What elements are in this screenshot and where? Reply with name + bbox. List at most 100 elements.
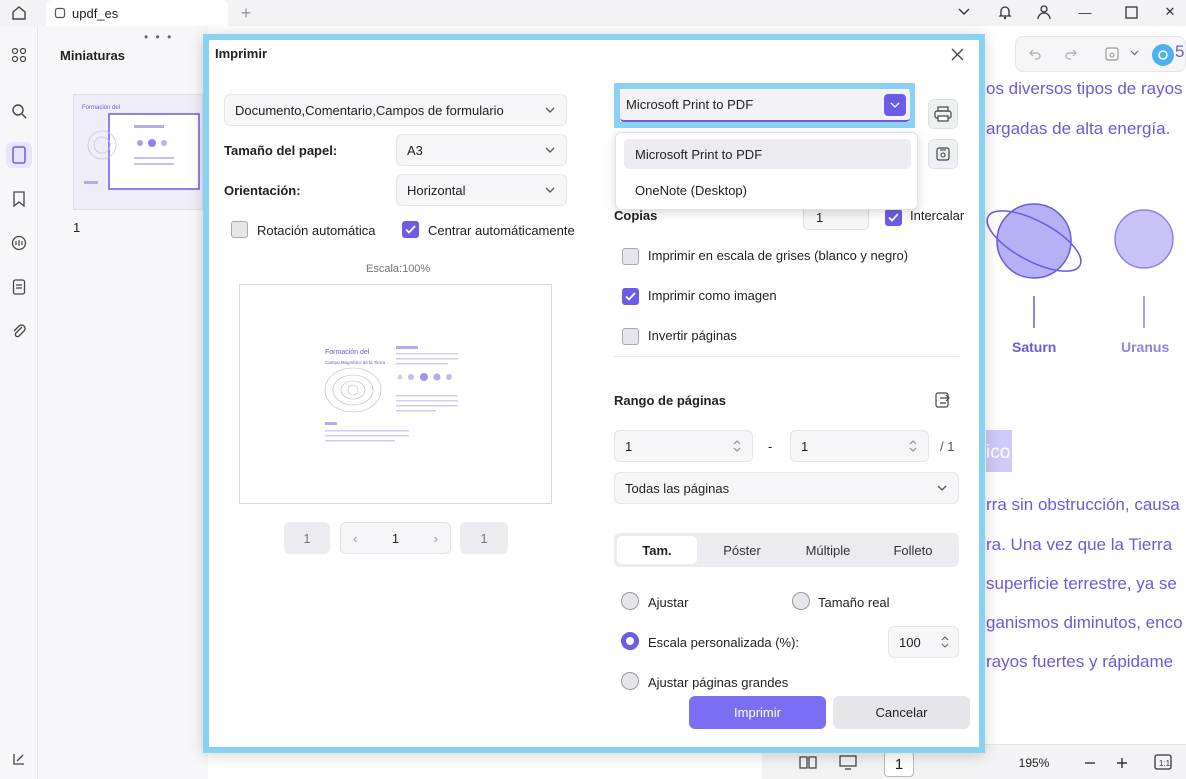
stepper-icon[interactable] <box>732 439 742 453</box>
custom-scale-radio[interactable] <box>621 632 639 650</box>
custom-scale-input[interactable]: 100 <box>888 626 959 658</box>
grayscale-label: Imprimir en escala de grises (blanco y n… <box>648 248 909 263</box>
range-from-input[interactable]: 1 <box>614 430 753 462</box>
print-dialog: Imprimir Documento,Comentario,Campos de … <box>203 34 985 753</box>
printer-dropdown: Microsoft Print to PDF OneNote (Desktop) <box>615 132 918 210</box>
range-total: / 1 <box>940 439 955 454</box>
panel-title: Miniaturas <box>60 48 126 63</box>
bookmark-icon[interactable] <box>6 186 32 212</box>
collate-checkbox[interactable] <box>885 209 902 226</box>
fit-radio[interactable] <box>621 592 639 610</box>
doc-line: rra sin obstrucción, causa <box>986 495 1180 514</box>
page-thumbnail[interactable]: Formación del <box>73 94 203 210</box>
stepper-icon[interactable] <box>908 439 918 453</box>
panel-drag-handle[interactable]: • • • <box>144 30 173 44</box>
stepper-icon[interactable] <box>940 635 950 649</box>
doc-line: 5 <box>1175 42 1185 61</box>
document-icon[interactable] <box>6 274 32 300</box>
tab-size[interactable]: Tam. <box>617 536 697 564</box>
zoom-in-icon[interactable] <box>1115 756 1129 770</box>
ai-assistant-icon[interactable] <box>1152 44 1174 66</box>
auto-rotate-label: Rotación automática <box>257 223 376 238</box>
display-mode-icon[interactable] <box>838 754 858 770</box>
thumbnails-icon[interactable] <box>6 142 32 168</box>
tab-poster[interactable]: Póster <box>702 536 782 564</box>
svg-text:1:1: 1:1 <box>1159 759 1171 768</box>
svg-text:Formación del: Formación del <box>82 105 120 111</box>
chevron-down-icon <box>937 485 947 491</box>
undo-icon[interactable] <box>1028 47 1042 61</box>
print-preview: Formación del Campo Magnético de la Tier… <box>239 284 552 504</box>
minimize-icon[interactable]: — <box>1069 0 1101 24</box>
layout-tabs: Tam. Póster Múltiple Folleto <box>614 533 959 567</box>
file-icon <box>54 7 66 19</box>
chevron-down-icon[interactable] <box>1130 50 1139 56</box>
tab-booklet[interactable]: Folleto <box>873 536 953 564</box>
left-toolbar <box>0 26 38 779</box>
bell-icon[interactable] <box>989 0 1021 24</box>
actual-size-radio[interactable] <box>792 592 810 610</box>
home-icon[interactable] <box>8 3 30 23</box>
auto-center-checkbox[interactable] <box>402 221 419 238</box>
page-stepper[interactable]: ‹ 1 › <box>340 522 451 554</box>
printer-option[interactable]: OneNote (Desktop) <box>624 175 911 205</box>
grid-icon[interactable] <box>6 42 32 68</box>
printer-select[interactable]: Microsoft Print to PDF <box>620 89 910 122</box>
orientation-select[interactable]: Horizontal <box>396 174 567 206</box>
comment-icon[interactable] <box>6 230 32 256</box>
last-page-button[interactable]: 1 <box>460 522 508 554</box>
attachment-icon[interactable] <box>6 318 32 344</box>
maximize-icon[interactable] <box>1115 0 1147 24</box>
reading-mode-icon[interactable] <box>798 754 818 770</box>
orientation-label: Orientación: <box>224 183 301 198</box>
paper-size-select[interactable]: A3 <box>396 134 567 166</box>
document-toolbar <box>1015 36 1186 72</box>
search-icon[interactable] <box>6 98 32 124</box>
document-tab[interactable]: updf_es <box>46 0 228 26</box>
grayscale-checkbox[interactable] <box>622 248 639 265</box>
cancel-button[interactable]: Cancelar <box>833 696 970 729</box>
range-to-input[interactable]: 1 <box>790 430 929 462</box>
close-window-icon[interactable]: ✕ <box>1154 0 1186 24</box>
print-content-select[interactable]: Documento,Comentario,Campos de formulari… <box>224 94 567 126</box>
chevron-down-icon[interactable] <box>948 0 980 24</box>
reverse-pages-checkbox[interactable] <box>622 328 639 345</box>
actual-size-icon[interactable]: 1:1 <box>1154 754 1172 770</box>
printer-icon[interactable] <box>928 99 958 129</box>
chevron-down-icon <box>545 107 555 113</box>
printer-option[interactable]: Microsoft Print to PDF <box>624 139 911 169</box>
redo-icon[interactable] <box>1064 47 1078 61</box>
print-as-image-checkbox[interactable] <box>622 288 639 305</box>
planet-illustration <box>986 203 1174 328</box>
tab-multiple[interactable]: Múltiple <box>788 536 868 564</box>
layers-icon[interactable] <box>6 746 32 772</box>
copies-label: Copias <box>614 208 658 223</box>
fit-label: Ajustar <box>648 595 689 610</box>
page-number-input[interactable]: 1 <box>884 751 914 777</box>
close-icon[interactable] <box>943 42 971 66</box>
print-as-image-label: Imprimir como imagen <box>648 288 777 303</box>
doc-line: argadas de alta energía. <box>986 119 1171 138</box>
auto-rotate-checkbox[interactable] <box>231 221 248 238</box>
chevron-left-icon[interactable]: ‹ <box>353 531 357 546</box>
print-button[interactable]: Imprimir <box>689 696 826 729</box>
preview-title-line2: Campo Magnético de la Tierra <box>325 360 386 365</box>
range-separator: - <box>768 439 773 454</box>
printer-settings-icon[interactable] <box>928 139 958 169</box>
new-tab-icon[interactable]: + <box>236 3 256 23</box>
dialog-title: Imprimir <box>215 46 268 61</box>
first-page-button[interactable]: 1 <box>284 522 330 554</box>
page-number: 1 <box>73 220 81 235</box>
zoom-level[interactable]: 195% <box>1012 751 1056 775</box>
save-icon[interactable] <box>1104 46 1120 62</box>
paper-size-label: Tamaño del papel: <box>224 143 338 158</box>
fit-large-pages-label: Ajustar páginas grandes <box>648 675 789 690</box>
fit-large-pages-radio[interactable] <box>621 672 639 690</box>
page-range-icon[interactable] <box>933 390 953 413</box>
user-icon[interactable] <box>1028 0 1060 24</box>
zoom-out-icon[interactable] <box>1083 756 1097 770</box>
chevron-down-icon[interactable] <box>884 94 906 116</box>
chevron-right-icon[interactable]: › <box>434 531 438 546</box>
page-range-mode-select[interactable]: Todas las páginas <box>614 472 959 504</box>
planet-label: Saturn <box>1012 339 1057 355</box>
